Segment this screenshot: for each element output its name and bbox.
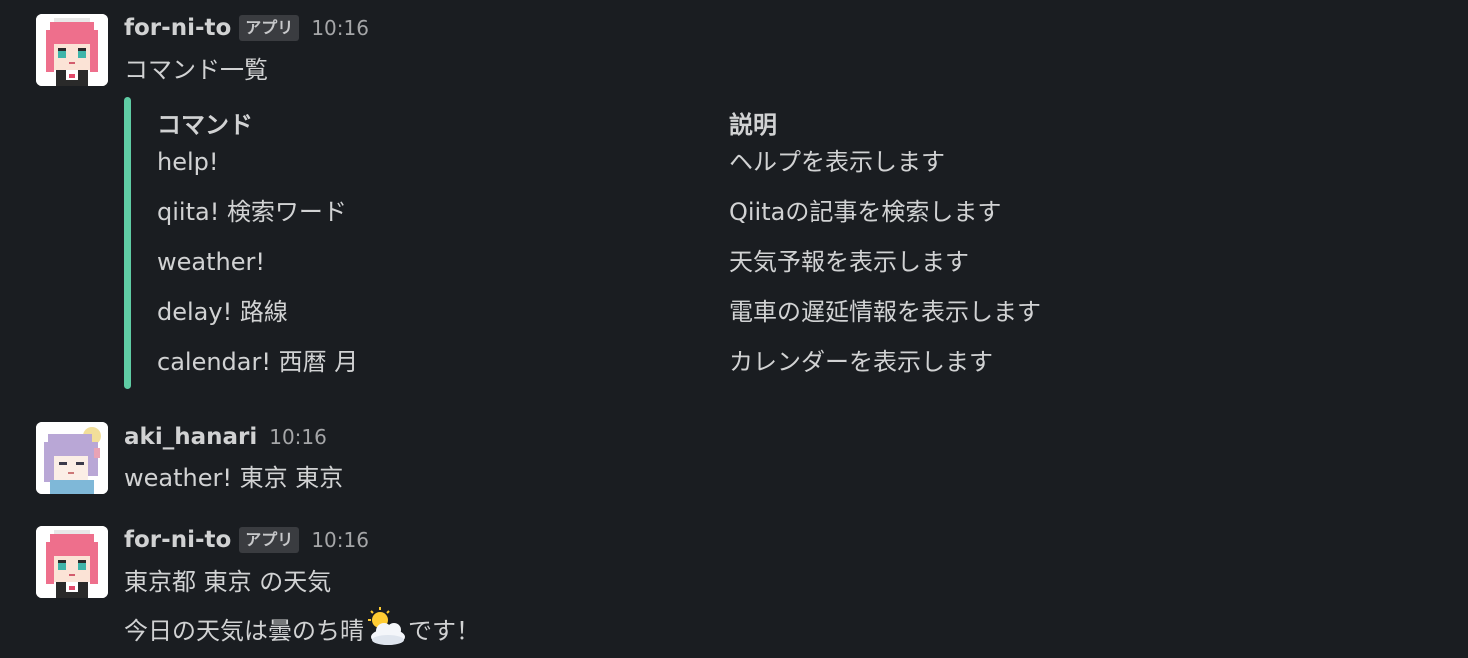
description-cell: 天気予報を表示します (729, 248, 969, 276)
message-header: for-ni-to アプリ 10:16 (124, 13, 369, 43)
username[interactable]: for-ni-to (124, 527, 231, 553)
timestamp[interactable]: 10:16 (311, 16, 369, 40)
desu-text: です！ (408, 617, 480, 645)
sun-behind-cloud-icon (368, 607, 405, 645)
weather-text: 今日の天気は曇のち晴 (124, 617, 364, 645)
purple-hair-girl-icon (36, 422, 108, 494)
column-header-description: 説明 (729, 111, 777, 139)
timestamp[interactable]: 10:16 (269, 425, 327, 449)
column-header-command: コマンド (157, 111, 253, 139)
message-header: aki_hanari 10:16 (124, 422, 327, 452)
message-header: for-ni-to アプリ 10:16 (124, 525, 369, 555)
command-cell: calendar! 西暦 月 (157, 348, 359, 376)
pink-hair-girl-icon (36, 526, 108, 598)
message-text-line-1: 東京都 東京 の天気 (124, 568, 332, 596)
avatar-aki-hanari[interactable] (36, 422, 108, 494)
message-text: コマンド一覧 (124, 56, 268, 84)
command-cell: qiita! 検索ワード (157, 198, 347, 226)
attachment-accent-bar (124, 97, 131, 389)
description-cell: Qiitaの記事を検索します (729, 198, 1002, 226)
description-cell: 電車の遅延情報を表示します (729, 298, 1041, 326)
message-text: weather! 東京 東京 (124, 464, 344, 492)
pink-hair-girl-icon (36, 14, 108, 86)
avatar-for-ni-to[interactable] (36, 526, 108, 598)
message-text-line-2: 今日の天気は曇のち晴 です！ (124, 607, 480, 648)
description-cell: カレンダーを表示します (729, 348, 993, 376)
app-badge: アプリ (239, 15, 300, 41)
command-cell: delay! 路線 (157, 298, 288, 326)
username[interactable]: for-ni-to (124, 15, 231, 41)
command-list-attachment: コマンド 説明 help! ヘルプを表示します qiita! 検索ワード Qii… (124, 97, 1124, 389)
app-badge: アプリ (239, 527, 300, 553)
command-cell: help! (157, 148, 219, 176)
username[interactable]: aki_hanari (124, 424, 257, 450)
description-cell: ヘルプを表示します (729, 148, 945, 176)
timestamp[interactable]: 10:16 (311, 528, 369, 552)
avatar-for-ni-to[interactable] (36, 14, 108, 86)
command-cell: weather! (157, 248, 265, 276)
